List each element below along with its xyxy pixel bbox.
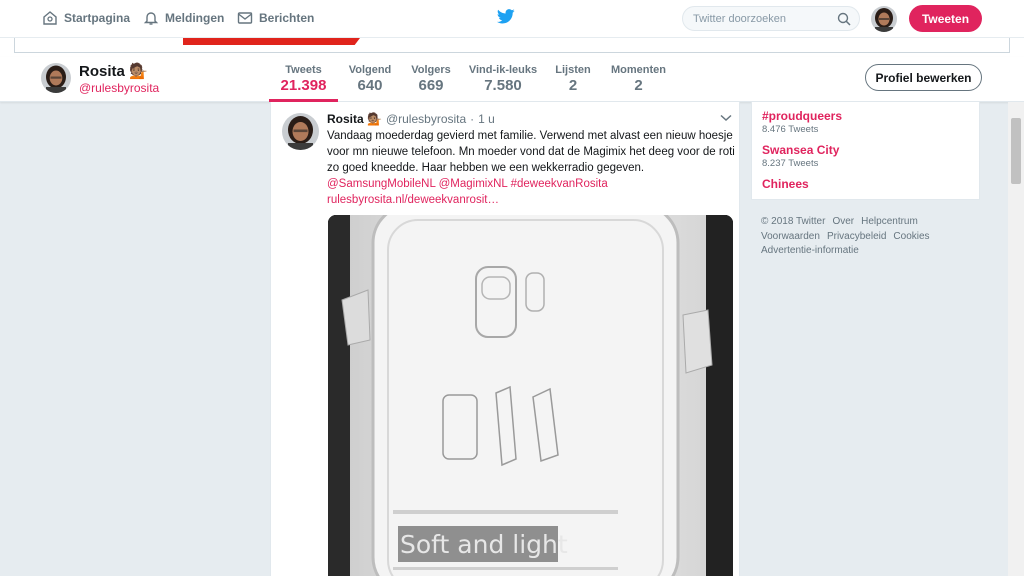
- scrollbar-thumb[interactable]: [1011, 118, 1021, 184]
- nav-messages[interactable]: Berichten: [237, 10, 314, 26]
- stat-label: Vind-ik-leuks: [468, 64, 538, 76]
- trend-name: Swansea City: [762, 143, 840, 157]
- tweet-author-name[interactable]: Rosita 💁🏽: [327, 112, 382, 126]
- stat-likes[interactable]: Vind-ik-leuks 7.580: [468, 64, 538, 94]
- footer-link-privacy[interactable]: Privacybeleid: [827, 231, 886, 242]
- stat-lists[interactable]: Lijsten 2: [553, 64, 593, 94]
- stat-value: 7.580: [484, 77, 522, 94]
- stat-moments[interactable]: Momenten 2: [610, 64, 667, 94]
- trend-item[interactable]: Swansea City 8.237 Tweets: [762, 143, 839, 169]
- stat-value: 2: [568, 77, 578, 94]
- nav-home-label: Startpagina: [64, 11, 131, 25]
- footer-copyright: © 2018 Twitter: [761, 216, 826, 227]
- home-icon: [43, 11, 57, 25]
- edit-profile-button[interactable]: Profiel bewerken: [865, 64, 982, 91]
- nav-notifications[interactable]: Meldingen: [143, 10, 224, 26]
- stat-tweets[interactable]: Tweets 21.398: [269, 64, 338, 94]
- trend-count: 8.476 Tweets: [762, 124, 819, 135]
- hashtag-link[interactable]: #deweekvanRosita: [511, 178, 608, 190]
- footer-link-terms[interactable]: Voorwaarden: [761, 231, 820, 242]
- stat-value: 2: [634, 77, 643, 94]
- header-photo-frame: [14, 38, 1010, 53]
- search-input[interactable]: [683, 7, 823, 30]
- mention-link[interactable]: @SamsungMobileNL: [327, 178, 435, 190]
- nav-home[interactable]: Startpagina: [42, 10, 130, 26]
- tweet-separator: ·: [470, 112, 475, 126]
- avatar-image: [41, 63, 71, 93]
- top-navigation: Startpagina Meldingen Berichten Tweeten: [0, 0, 1024, 38]
- media-caption-text: Soft and light: [400, 530, 568, 559]
- stat-label: Lijsten: [555, 64, 591, 76]
- search-box: [682, 6, 860, 31]
- footer-link-ads-info[interactable]: Advertentie-informatie: [761, 245, 859, 256]
- tweet-avatar[interactable]: [282, 113, 319, 150]
- header-photo-red-accent: [183, 38, 360, 45]
- profile-name[interactable]: Rosita 💁🏽: [79, 62, 148, 80]
- tweet-photo[interactable]: Soft and light: [328, 215, 733, 576]
- trend-item[interactable]: Chinees: [762, 177, 809, 191]
- tweet-header: Rosita 💁🏽 @rulesbyrosita · 1 u: [327, 112, 495, 126]
- avatar-image: [871, 6, 897, 32]
- footer-links: © 2018 Twitter Over Helpcentrum Voorwaarde…: [761, 215, 976, 259]
- envelope-icon: [237, 12, 253, 24]
- tweet-author-handle[interactable]: @rulesbyrosita: [386, 112, 466, 126]
- stat-label: Volgend: [348, 64, 392, 76]
- avatar-image: [282, 113, 319, 150]
- tweet-button[interactable]: Tweeten: [909, 5, 982, 32]
- tweet-timestamp[interactable]: 1 u: [478, 112, 495, 126]
- url-link[interactable]: rulesbyrosita.nl/deweekvanrosit…: [327, 194, 499, 206]
- page-scrollbar[interactable]: [1008, 102, 1024, 576]
- search-icon[interactable]: [837, 12, 851, 26]
- phone-case-photo: Soft and light: [328, 215, 733, 576]
- profile-navigation: Rosita 💁🏽 @rulesbyrosita Tweets 21.398 V…: [0, 57, 1024, 102]
- bell-icon: [143, 12, 159, 25]
- trend-item[interactable]: #proudqueers 8.476 Tweets: [762, 109, 842, 135]
- trend-name: Chinees: [762, 177, 809, 191]
- trend-name: #proudqueers: [762, 109, 843, 123]
- profile-handle[interactable]: @rulesbyrosita: [79, 81, 159, 95]
- tweet-card[interactable]: Rosita 💁🏽 @rulesbyrosita · 1 u Vandaag m…: [270, 102, 740, 576]
- tweet-text: Vandaag moederdag gevierd met familie. V…: [327, 130, 735, 174]
- stat-following[interactable]: Volgend 640: [346, 64, 394, 94]
- chevron-down-icon[interactable]: [720, 114, 732, 122]
- stat-label: Tweets: [285, 64, 322, 76]
- nav-notifications-label: Meldingen: [165, 11, 225, 25]
- trend-count: 8.237 Tweets: [762, 158, 819, 169]
- twitter-bird-icon[interactable]: [497, 9, 515, 24]
- profile-avatar[interactable]: [41, 63, 71, 93]
- stat-label: Volgers: [411, 64, 451, 76]
- header-photo: [0, 38, 1024, 57]
- footer-link-cookies[interactable]: Cookies: [893, 231, 929, 242]
- stat-followers[interactable]: Volgers 669: [408, 64, 454, 94]
- account-avatar[interactable]: [871, 6, 897, 32]
- stat-label: Momenten: [611, 64, 666, 76]
- stat-value: 21.398: [280, 77, 327, 94]
- footer-link-about[interactable]: Over: [832, 216, 854, 227]
- mention-link[interactable]: @MagimixNL: [439, 178, 508, 190]
- stat-value: 669: [418, 77, 444, 94]
- tweet-links: @SamsungMobileNL @MagimixNL #deweekvanRo…: [327, 176, 737, 208]
- stat-value: 640: [357, 77, 383, 94]
- nav-messages-label: Berichten: [259, 11, 315, 25]
- trends-panel: #proudqueers 8.476 Tweets Swansea City 8…: [751, 102, 980, 200]
- footer-link-help[interactable]: Helpcentrum: [861, 216, 918, 227]
